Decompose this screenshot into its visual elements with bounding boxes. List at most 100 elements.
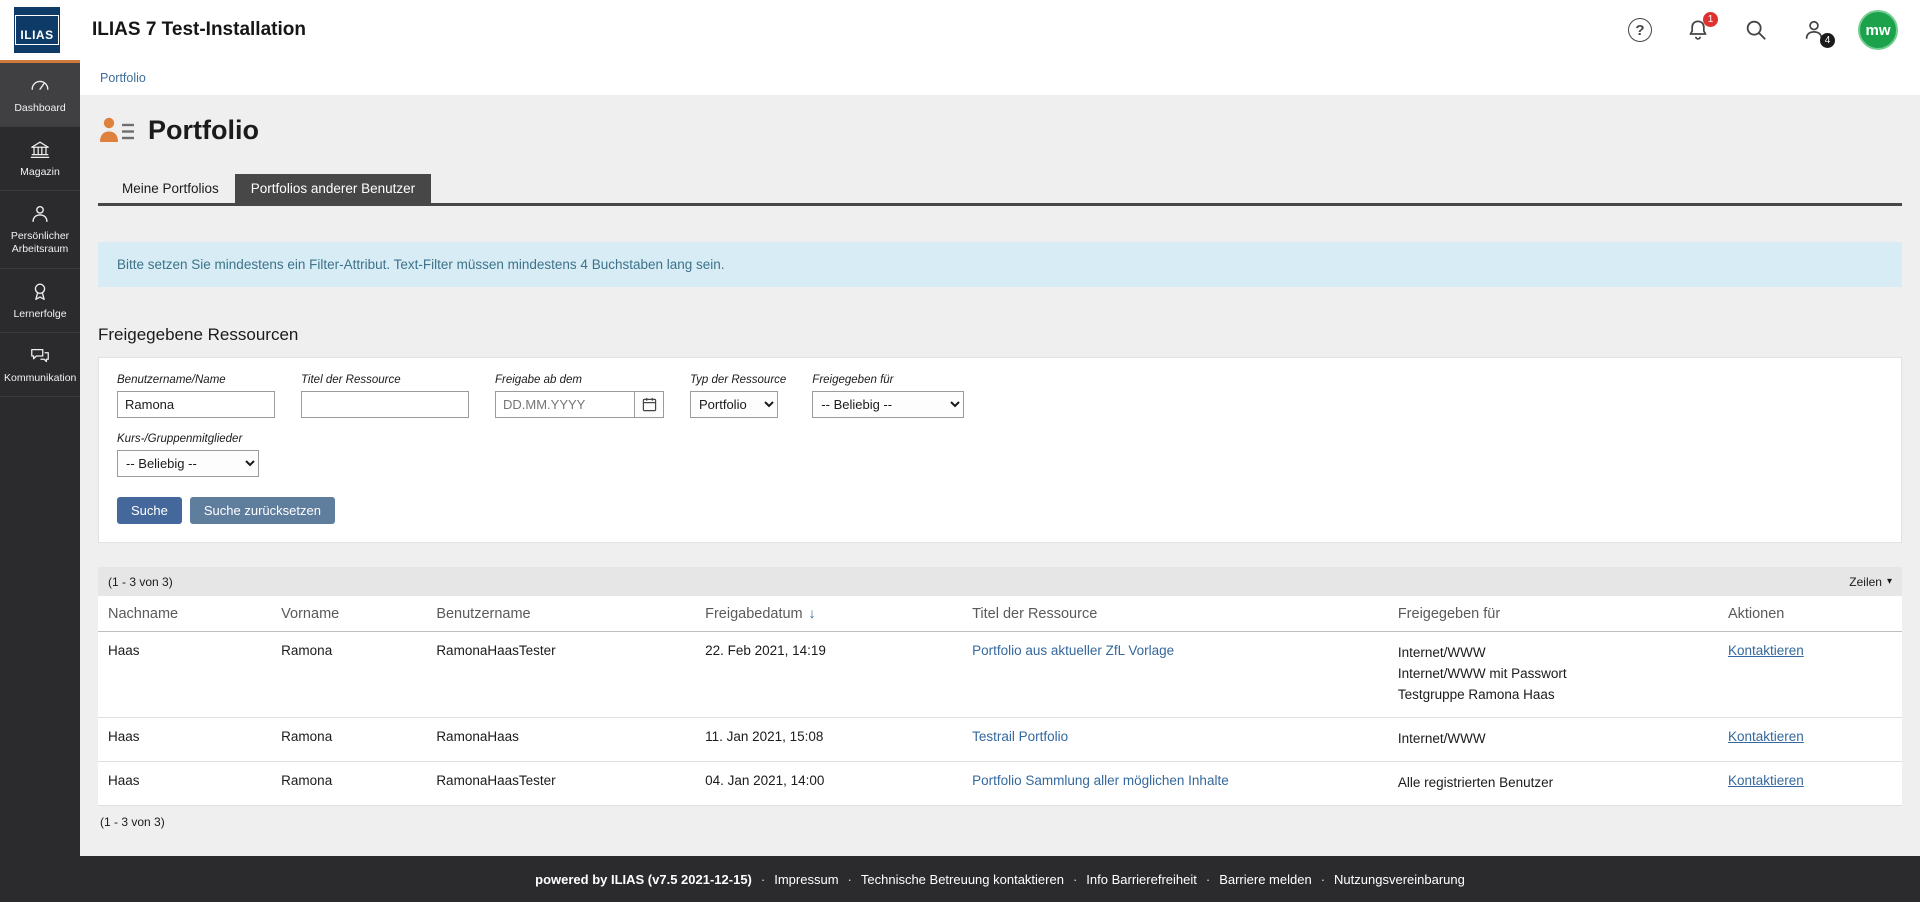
page-header: Portfolio: [98, 115, 1902, 146]
cell-titel: Testrail Portfolio: [962, 717, 1388, 761]
cell-titel: Portfolio Sammlung aller möglichen Inhal…: [962, 761, 1388, 805]
section-title: Freigegebene Ressourcen: [98, 325, 1902, 345]
sidebar-item-dashboard[interactable]: Dashboard: [0, 60, 80, 127]
cell-aktionen: Kontaktieren: [1718, 717, 1902, 761]
app: ILIAS ILIAS 7 Test-Installation ? 1: [0, 0, 1920, 902]
share-date-input[interactable]: [495, 391, 635, 418]
filter-buttons: Suche Suche zurücksetzen: [117, 497, 1883, 524]
tab-bar: Meine Portfolios Portfolios anderer Benu…: [98, 174, 1902, 206]
cell-vorname: Ramona: [271, 632, 426, 718]
contacts-button[interactable]: 4: [1800, 16, 1828, 44]
ilias-logo-text: ILIAS: [15, 15, 58, 45]
reset-search-button[interactable]: Suche zurücksetzen: [190, 497, 335, 524]
resource-title-label: Titel der Ressource: [301, 374, 469, 386]
footer-separator: ·: [1321, 872, 1325, 887]
notifications-button[interactable]: 1: [1684, 16, 1712, 44]
top-bar: ILIAS ILIAS 7 Test-Installation ? 1: [0, 0, 1920, 60]
kontaktieren-link[interactable]: Kontaktieren: [1728, 643, 1804, 658]
footer-link-impressum[interactable]: Impressum: [774, 872, 838, 887]
ilias-logo[interactable]: ILIAS: [14, 7, 60, 53]
cell-nachname: Haas: [98, 632, 271, 718]
tab-meine-portfolios[interactable]: Meine Portfolios: [106, 174, 235, 203]
footer-separator: ·: [761, 872, 765, 887]
cell-aktionen: Kontaktieren: [1718, 632, 1902, 718]
resource-link[interactable]: Portfolio Sammlung aller möglichen Inhal…: [972, 773, 1229, 788]
footer-separator: ·: [848, 872, 852, 887]
powered-by-text: powered by ILIAS (v7.5 2021-12-15): [535, 872, 752, 887]
dashboard-icon: [29, 75, 51, 97]
rows-dropdown-label: Zeilen: [1849, 575, 1882, 589]
filter-row-2: Kurs-/Gruppenmitglieder -- Beliebig --: [117, 433, 1883, 477]
tab-portfolios-anderer-benutzer[interactable]: Portfolios anderer Benutzer: [235, 174, 431, 203]
sidebar-item-lernerfolge[interactable]: Lernerfolge: [0, 269, 80, 333]
cell-nachname: Haas: [98, 761, 271, 805]
footer-link-barriere-melden[interactable]: Barriere melden: [1219, 872, 1312, 887]
column-header-freigabedatum[interactable]: Freigabedatum↓: [695, 596, 962, 632]
page-content: Portfolio Meine Portfolios Portfolios an…: [80, 95, 1920, 856]
pagination-top: (1 - 3 von 3): [108, 575, 173, 589]
contacts-badge: 4: [1820, 33, 1835, 48]
shared-for-select[interactable]: -- Beliebig --: [812, 391, 964, 418]
table-row: Haas Ramona RamonaHaasTester 04. Jan 202…: [98, 761, 1902, 805]
kontaktieren-link[interactable]: Kontaktieren: [1728, 729, 1804, 744]
table-row: Haas Ramona RamonaHaasTester 22. Feb 202…: [98, 632, 1902, 718]
main-area: Portfolio Portfolio: [80, 60, 1920, 902]
resource-type-select[interactable]: Portfolio: [690, 391, 778, 418]
help-button[interactable]: ?: [1626, 16, 1654, 44]
table-row: Haas Ramona RamonaHaas 11. Jan 2021, 15:…: [98, 717, 1902, 761]
cell-benutzername: RamonaHaasTester: [426, 632, 695, 718]
search-icon: [1743, 17, 1769, 43]
share-target: Internet/WWW mit Passwort: [1398, 664, 1708, 685]
column-header-freigegeben-fuer: Freigegeben für: [1388, 596, 1718, 632]
column-header-aktionen: Aktionen: [1718, 596, 1902, 632]
filter-field-share-date: Freigabe ab dem: [495, 374, 664, 418]
cell-freigabedatum: 04. Jan 2021, 14:00: [695, 761, 962, 805]
footer-link-barrierefreiheit[interactable]: Info Barrierefreiheit: [1086, 872, 1197, 887]
resource-link[interactable]: Testrail Portfolio: [972, 729, 1068, 744]
kontaktieren-link[interactable]: Kontaktieren: [1728, 773, 1804, 788]
column-header-vorname: Vorname: [271, 596, 426, 632]
user-avatar[interactable]: mw: [1858, 10, 1898, 50]
sidebar-item-arbeitsraum[interactable]: Persönlicher Arbeitsraum: [0, 191, 80, 268]
resource-link[interactable]: Portfolio aus aktueller ZfL Vorlage: [972, 643, 1174, 658]
footer-link-betreuung[interactable]: Technische Betreuung kontaktieren: [861, 872, 1064, 887]
rows-dropdown[interactable]: Zeilen ▾: [1849, 575, 1892, 589]
share-target: Internet/WWW: [1398, 729, 1708, 750]
username-label: Benutzername/Name: [117, 374, 275, 386]
sidebar-item-label: Lernerfolge: [4, 308, 76, 321]
calendar-icon: [642, 397, 657, 412]
cell-aktionen: Kontaktieren: [1718, 761, 1902, 805]
search-button[interactable]: [1742, 16, 1770, 44]
table-toolbar: (1 - 3 von 3) Zeilen ▾: [98, 567, 1902, 596]
breadcrumb: Portfolio: [80, 60, 1920, 95]
filter-field-username: Benutzername/Name: [117, 374, 275, 418]
cell-benutzername: RamonaHaasTester: [426, 761, 695, 805]
column-header-benutzername: Benutzername: [426, 596, 695, 632]
sidebar-item-magazin[interactable]: Magazin: [0, 127, 80, 191]
sidebar-item-kommunikation[interactable]: Kommunikation: [0, 333, 80, 397]
cell-benutzername: RamonaHaas: [426, 717, 695, 761]
caret-down-icon: ▾: [1887, 576, 1892, 587]
cell-freigegeben-fuer: Internet/WWW Internet/WWW mit Passwort T…: [1388, 632, 1718, 718]
resource-title-input[interactable]: [301, 391, 469, 418]
footer-link-nutzungsvereinbarung[interactable]: Nutzungsvereinbarung: [1334, 872, 1465, 887]
course-members-label: Kurs-/Gruppenmitglieder: [117, 433, 259, 445]
personal-workspace-icon: [29, 203, 51, 225]
footer-separator: ·: [1206, 872, 1210, 887]
sidebar-item-label: Kommunikation: [4, 372, 76, 385]
info-message: Bitte setzen Sie mindestens ein Filter-A…: [98, 242, 1902, 287]
sidebar-item-label: Magazin: [4, 166, 76, 179]
search-button-filter[interactable]: Suche: [117, 497, 182, 524]
footer-separator: ·: [1073, 872, 1077, 887]
page-title: Portfolio: [148, 115, 259, 146]
username-input[interactable]: [117, 391, 275, 418]
cell-freigegeben-fuer: Internet/WWW: [1388, 717, 1718, 761]
column-header-label: Freigabedatum: [705, 606, 803, 622]
sidebar-item-label: Persönlicher Arbeitsraum: [4, 230, 76, 256]
communication-icon: [29, 345, 51, 367]
breadcrumb-item-portfolio[interactable]: Portfolio: [100, 71, 146, 85]
calendar-button[interactable]: [635, 391, 664, 418]
column-header-titel: Titel der Ressource: [962, 596, 1388, 632]
course-members-select[interactable]: -- Beliebig --: [117, 450, 259, 477]
installation-title: ILIAS 7 Test-Installation: [92, 19, 306, 41]
